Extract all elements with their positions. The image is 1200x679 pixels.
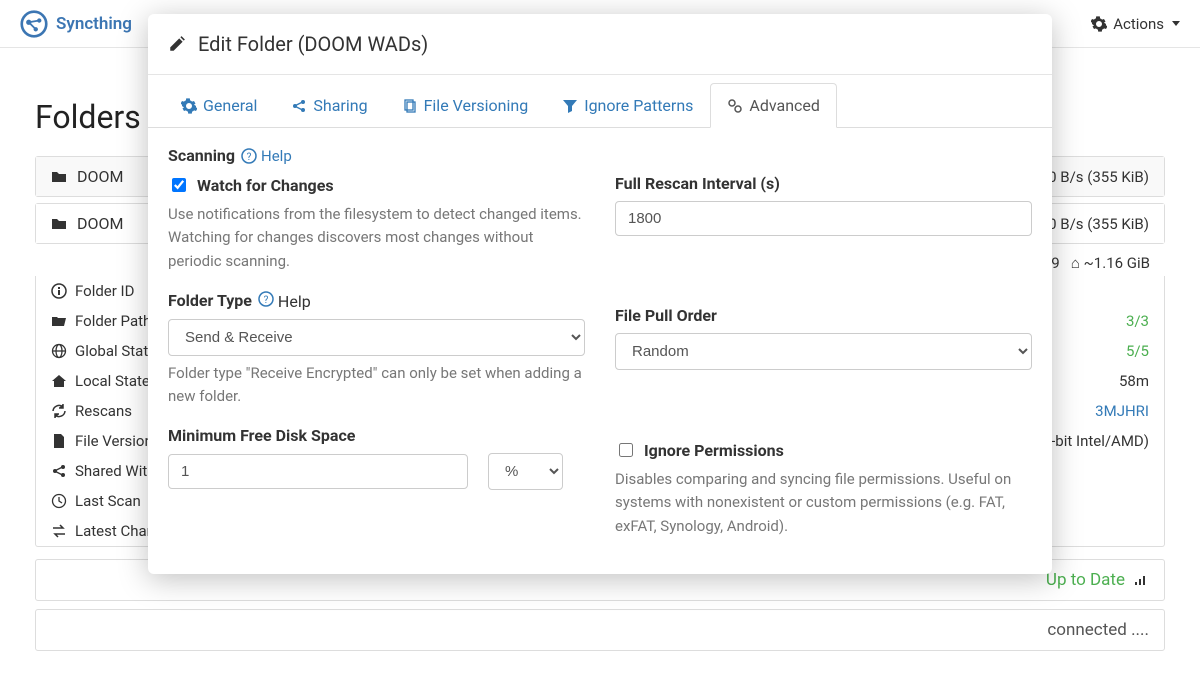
folder-name: DOOM (77, 167, 123, 186)
tab-advanced[interactable]: Advanced (710, 83, 837, 128)
edit-folder-modal: Edit Folder (DOOM WADs) General Sharing … (148, 14, 1052, 574)
folder-rate: 0 B/s (355 KiB) (1048, 168, 1149, 186)
scanning-heading: Scanning ? Help (168, 146, 585, 165)
min-free-label: Minimum Free Disk Space (168, 426, 585, 445)
gear-icon (181, 98, 197, 114)
advanced-left-col: Scanning ? Help Watch for Changes Use no… (168, 146, 585, 556)
info-icon (51, 283, 67, 299)
modal-title: Edit Folder (DOOM WADs) (198, 32, 428, 56)
folder-rate: 0 B/s (355 KiB) (1048, 215, 1149, 233)
brand-text: Syncthing (56, 14, 132, 34)
folder-type-help-link[interactable]: ? Help (258, 291, 311, 311)
rescan-interval-input[interactable] (615, 201, 1032, 236)
pull-order-label: File Pull Order (615, 306, 1032, 325)
files-icon (402, 98, 418, 114)
ignore-perms-input[interactable] (619, 443, 633, 457)
caret-down-icon (1172, 21, 1180, 26)
svg-text:?: ? (247, 152, 252, 163)
pull-order-select[interactable]: Random (615, 333, 1032, 370)
modal-tabs: General Sharing File Versioning Ignore P… (148, 83, 1052, 128)
refresh-icon (51, 403, 67, 419)
watch-checkbox-input[interactable] (172, 178, 186, 192)
min-free-unit-select[interactable]: % (488, 453, 563, 490)
pencil-icon (168, 35, 186, 53)
actions-dropdown[interactable]: Actions (1091, 15, 1180, 33)
share-icon (51, 463, 67, 479)
tab-general[interactable]: General (164, 83, 274, 128)
tab-file-versioning[interactable]: File Versioning (385, 83, 546, 128)
folder-icon (51, 216, 67, 232)
tab-sharing[interactable]: Sharing (274, 83, 384, 128)
signal-icon (1133, 572, 1149, 588)
folder-icon (51, 169, 67, 185)
folder-type-label: Folder Type ? Help (168, 291, 585, 311)
question-icon: ? (258, 291, 274, 307)
brand[interactable]: Syncthing (20, 10, 132, 38)
filter-icon (562, 98, 578, 114)
clock-icon (51, 493, 67, 509)
gear-icon (1091, 16, 1107, 32)
ignore-perms-desc: Disables comparing and syncing file perm… (615, 468, 1032, 538)
advanced-right-col: Full Rescan Interval (s) File Pull Order… (615, 146, 1032, 556)
scanning-help-link[interactable]: ? Help (241, 147, 292, 165)
syncthing-logo-icon (20, 10, 48, 38)
watch-for-changes-checkbox[interactable]: Watch for Changes (168, 175, 585, 195)
share-icon (291, 98, 307, 114)
ignore-permissions-checkbox[interactable]: Ignore Permissions (615, 440, 1032, 460)
folder-name: DOOM (77, 214, 123, 233)
svg-text:?: ? (264, 295, 269, 306)
home-icon (51, 373, 67, 389)
folder-type-note: Folder type "Receive Encrypted" can only… (168, 362, 585, 409)
modal-body: Scanning ? Help Watch for Changes Use no… (148, 128, 1052, 574)
modal-header: Edit Folder (DOOM WADs) (148, 14, 1052, 75)
file-icon (51, 433, 67, 449)
tab-ignore-patterns[interactable]: Ignore Patterns (545, 83, 710, 128)
exchange-icon (51, 523, 67, 539)
folder-type-select[interactable]: Send & Receive (168, 319, 585, 356)
actions-label: Actions (1113, 15, 1164, 33)
rescan-interval-label: Full Rescan Interval (s) (615, 174, 1032, 193)
watch-description: Use notifications from the filesystem to… (168, 203, 585, 273)
globe-icon (51, 343, 67, 359)
min-free-input[interactable] (168, 454, 468, 489)
cogs-icon (727, 98, 743, 114)
status-connected[interactable]: connected .... (35, 609, 1165, 651)
question-icon: ? (241, 148, 257, 164)
folder-open-icon (51, 313, 67, 329)
